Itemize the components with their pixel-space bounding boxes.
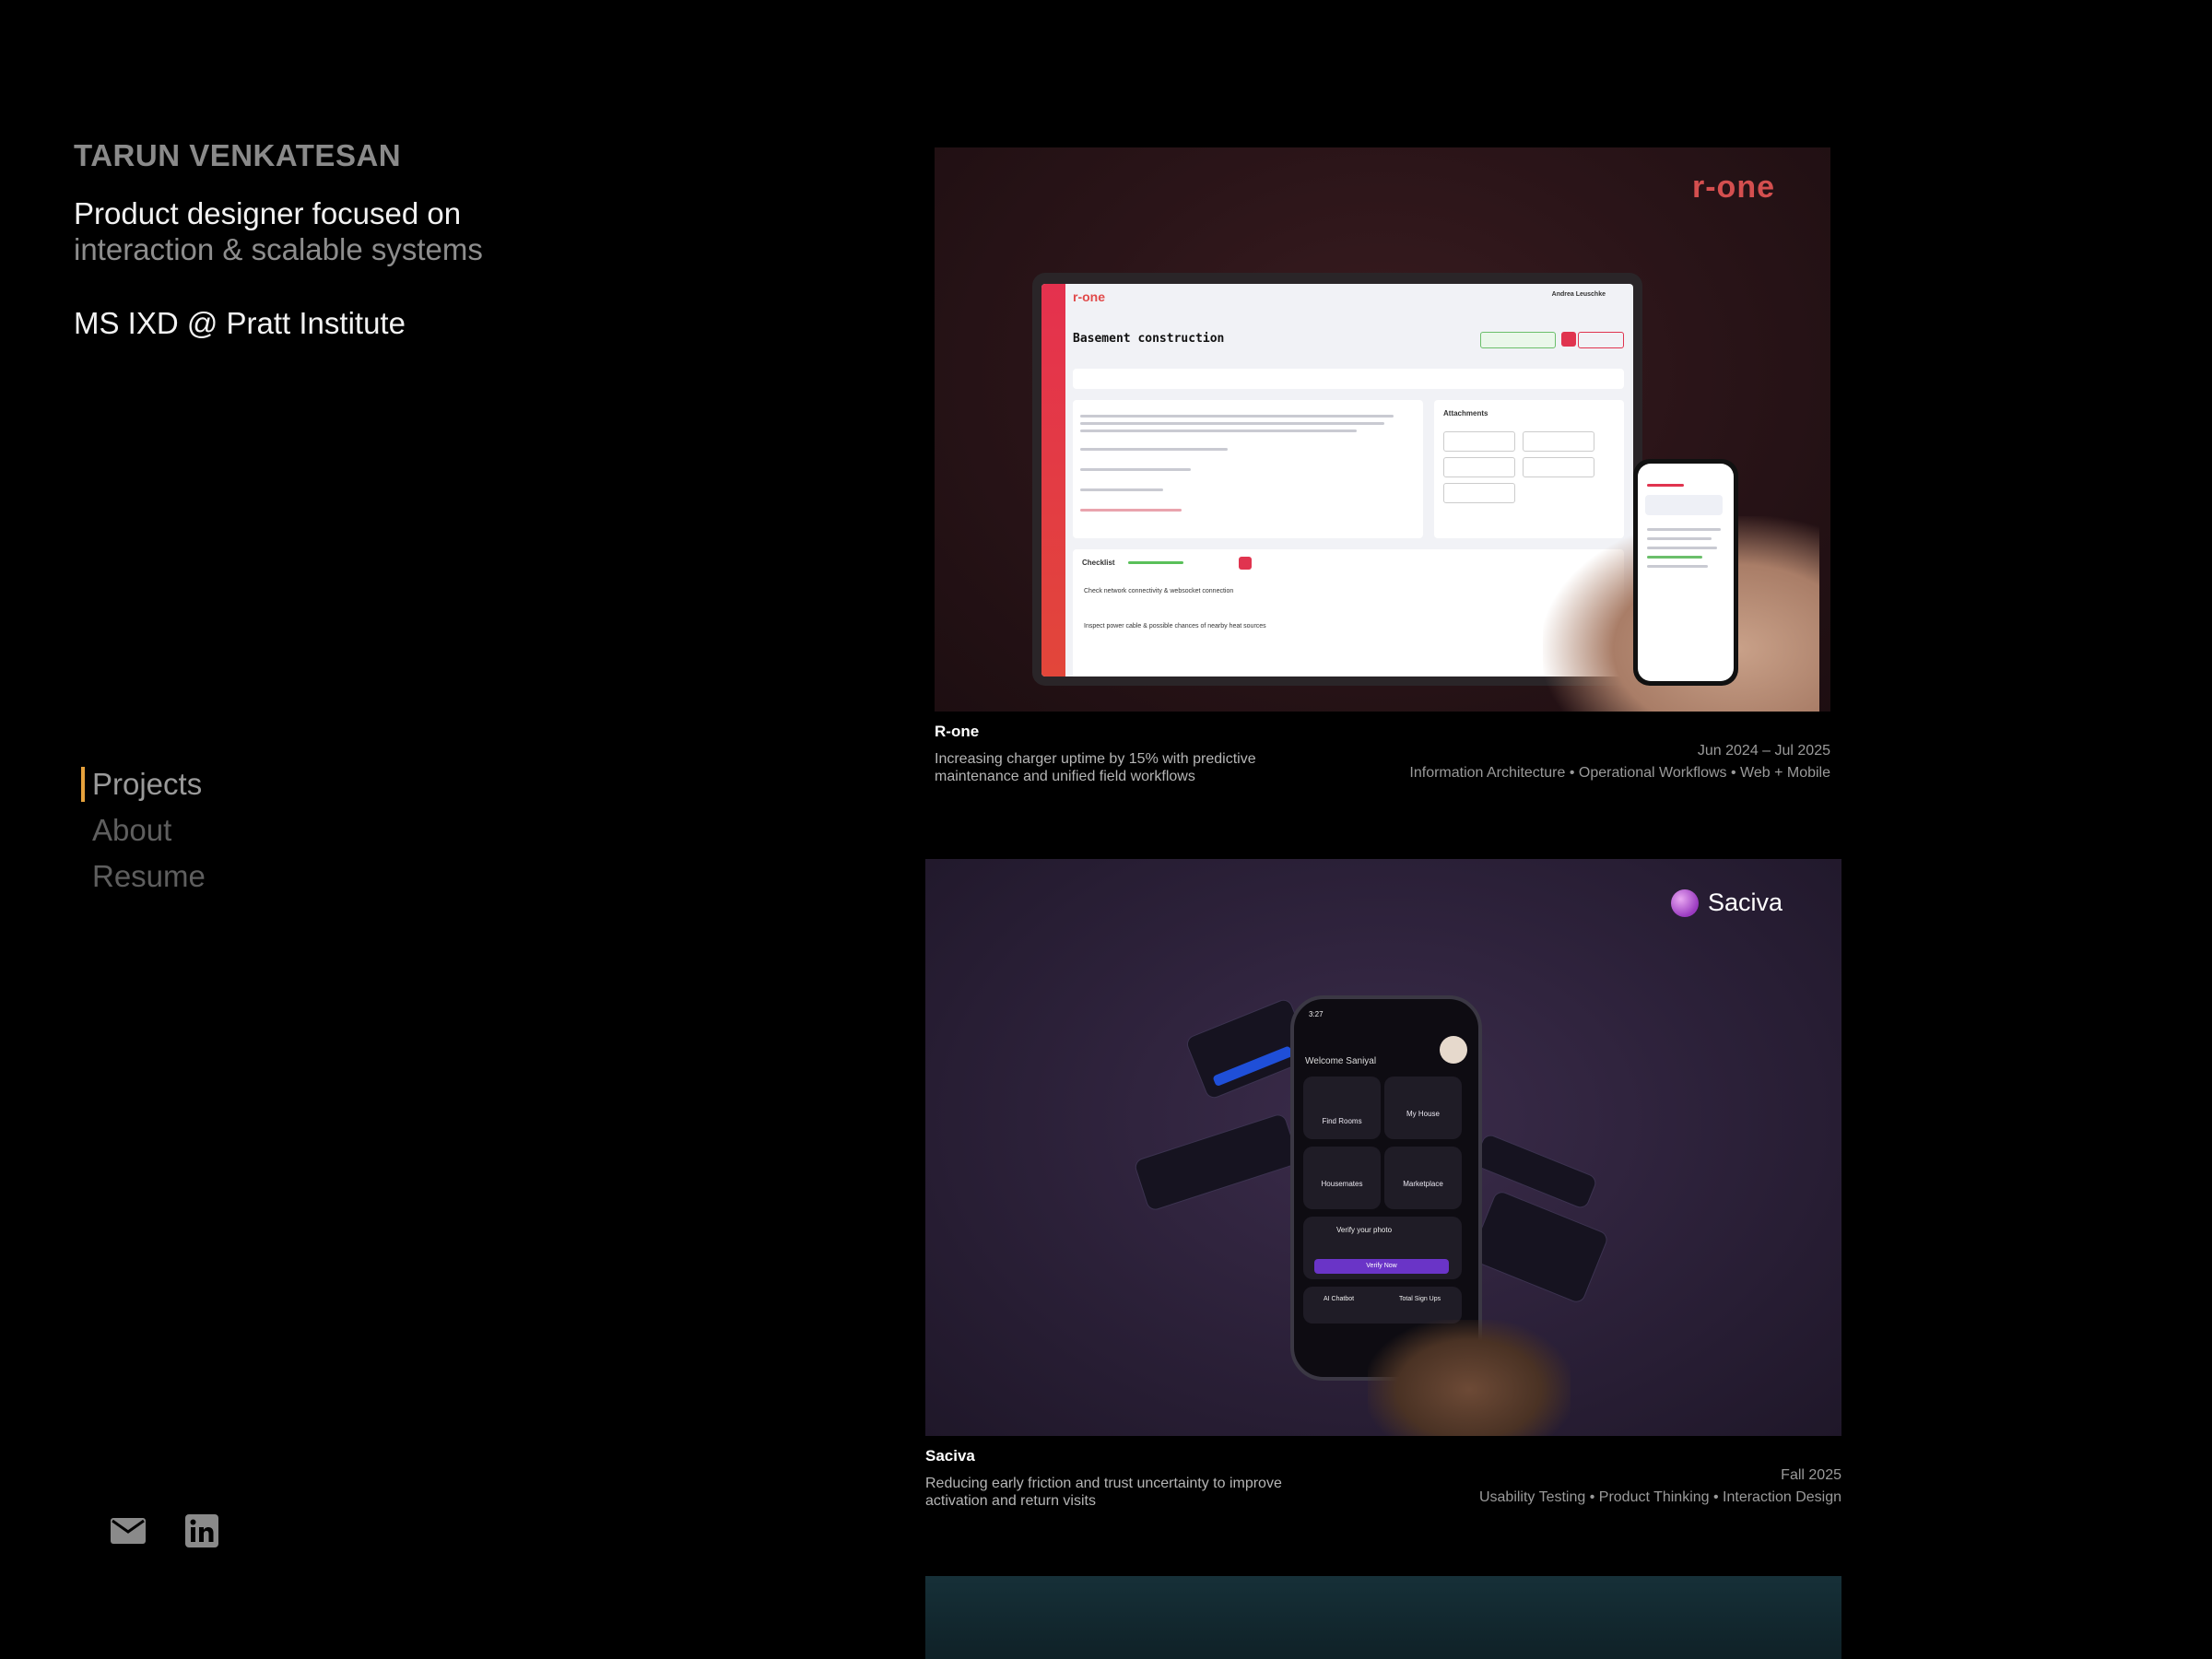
brand-logo: r-one [1692,170,1775,205]
project-title[interactable]: Saciva [925,1447,975,1465]
app-logo: r-one [1073,289,1105,304]
brand-logo: Saciva [1670,888,1783,917]
ai-chatbot-label: AI Chatbot [1324,1296,1355,1302]
active-indicator [81,767,85,802]
tile-marketplace: Marketplace [1384,1147,1462,1209]
project-description: Increasing charger uptime by 15% with pr… [935,751,1256,784]
nav-item-label: Projects [92,767,203,801]
project-thumbnail[interactable]: r-one r-one Andrea Leuschke Basement con… [935,147,1830,712]
total-sign-ups-label: Total Sign Ups [1399,1296,1441,1302]
checklist-item: Check network connectivity & websocket c… [1084,588,1234,594]
attachments-label: Attachments [1443,409,1488,418]
project-tags: Information Architecture • Operational W… [1409,765,1830,781]
project-meta: R-one Increasing charger uptime by 15% w… [935,712,1830,794]
saciva-logo-icon [1670,888,1699,917]
phone-mockup [1633,459,1738,686]
project-card-rone[interactable]: r-one r-one Andrea Leuschke Basement con… [935,147,1830,794]
checklist-label: Checklist [1082,559,1115,567]
nav-item-label: Resume [92,859,206,893]
tile-housemates: Housemates [1303,1147,1381,1209]
nav-item-label: About [92,813,172,847]
tile-my-house: My House [1384,1077,1462,1139]
social-links [109,1512,221,1550]
share-button [1561,332,1576,347]
nav-item-resume[interactable]: Resume [81,853,206,900]
app-sidebar [1041,284,1065,677]
brand-name: Saciva [1707,888,1783,916]
profile-education: MS IXD @ Pratt Institute [74,306,406,340]
hand-illustration [1368,1320,1571,1436]
project-card-saciva[interactable]: Saciva 3:27 Welcome Saniyal Find Rooms M… [925,859,1841,1519]
nav-item-about[interactable]: About [81,807,206,853]
meta-row [1073,369,1624,389]
details-box [1073,400,1423,538]
profile-tagline-primary: Product designer focused on [74,196,462,230]
verify-title: Verify your photo [1336,1226,1393,1234]
project-title[interactable]: R-one [935,723,979,741]
profile-header: TARUN VENKATESAN Product designer focuse… [74,138,719,341]
commute-card-floater [1133,1112,1300,1213]
project-meta: Saciva Reducing early friction and trust… [925,1436,1841,1519]
spending-card-floater [1468,1189,1610,1305]
delete-button [1578,332,1624,348]
profile-tagline-secondary: interaction & scalable systems [74,232,483,266]
welcome-text: Welcome Saniyal [1305,1056,1377,1066]
nav-indicator [81,813,85,848]
stats-card: AI Chatbot Total Sign Ups [1303,1287,1462,1324]
main-nav: Projects About Resume [81,761,206,900]
avatar [1440,1036,1467,1064]
tile-find-rooms: Find Rooms [1303,1077,1381,1139]
profile-card-floater [1472,1132,1599,1211]
nav-item-projects[interactable]: Projects [81,761,206,807]
checklist-item: Inspect power cable & possible chances o… [1084,623,1266,629]
verify-now-button: Verify Now [1314,1259,1449,1274]
project-date: Jun 2024 – Jul 2025 [1697,743,1830,759]
user-name: Andrea Leuschke [1551,291,1606,298]
linkedin-icon[interactable] [182,1512,221,1550]
checklist-box: Checklist Check network connectivity & w… [1073,549,1624,677]
project-tags: Usability Testing • Product Thinking • I… [1478,1489,1841,1505]
profile-name: TARUN VENKATESAN [74,138,402,172]
nav-indicator [81,859,85,894]
mail-icon[interactable] [109,1512,147,1550]
assigned-button [1480,332,1556,348]
project-card-next[interactable] [925,1576,1841,1659]
phone-time: 3:27 [1309,1010,1324,1018]
project-date: Fall 2025 [1781,1467,1841,1483]
project-thumbnail[interactable]: Saciva 3:27 Welcome Saniyal Find Rooms M… [925,859,1841,1436]
screen-title: Basement construction [1073,332,1225,346]
project-description: Reducing early friction and trust uncert… [925,1476,1282,1509]
